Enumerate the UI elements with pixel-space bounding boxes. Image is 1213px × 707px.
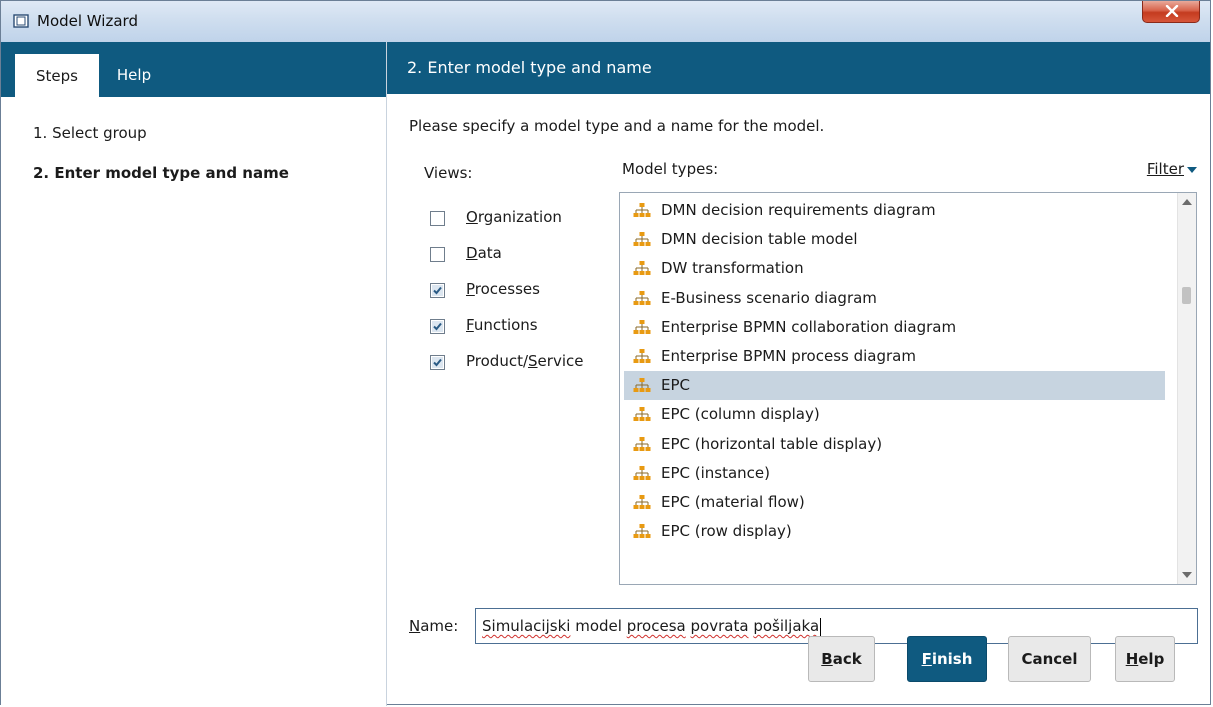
hierarchy-icon [633,494,651,509]
hierarchy-icon [633,378,651,393]
scroll-up-arrow-icon[interactable] [1182,199,1192,205]
filter-label: Filter [1146,160,1184,178]
steps-list: 1. Select group 2. Enter model type and … [33,124,289,204]
list-item-label: DMN decision requirements diagram [661,201,936,219]
left-panel: Steps Help 1. Select group 2. Enter mode… [1,42,387,706]
list-item-label: Enterprise BPMN process diagram [661,346,916,365]
close-icon [1165,5,1179,17]
list-item[interactable]: Enterprise BPMN collaboration diagram [624,313,1165,342]
list-item[interactable]: EPC [624,371,1165,401]
close-button[interactable] [1142,1,1200,23]
view-label[interactable]: Functions [466,316,538,334]
list-item[interactable]: EPC (material flow) [624,488,1165,517]
checkmark-icon [432,285,443,296]
views-label: Views: [424,164,473,182]
list-item-label: EPC (column display) [661,405,820,424]
checkbox-product-service[interactable] [430,355,445,370]
hierarchy-icon [633,203,651,217]
list-item[interactable]: EPC (row display) [624,517,1165,546]
scrollbar-thumb[interactable] [1182,287,1191,304]
list-item-label: EPC [661,376,690,395]
name-label: Name: [409,617,459,635]
name-input-word: procesa [626,617,686,635]
page-title: 2. Enter model type and name [387,42,1210,94]
view-label[interactable]: Product/Service [466,352,583,370]
list-item[interactable]: EPC (horizontal table display) [624,430,1165,459]
name-input-word: model [575,617,622,635]
list-item-label: EPC (row display) [661,522,792,541]
cancel-button[interactable]: Cancel [1008,636,1091,682]
hierarchy-icon [633,261,651,276]
list-item[interactable]: DMN decision requirements diagram [624,196,1165,225]
window-icon [13,13,29,29]
model-types-items: DMN decision requirements diagram DMN dec… [624,196,1165,546]
filter-link[interactable]: Filter [1147,160,1197,178]
hierarchy-icon [633,436,651,451]
list-item-label: EPC (instance) [661,463,771,482]
model-types-label: Model types: [622,160,719,178]
instruction-text: Please specify a model type and a name f… [409,117,825,135]
list-item[interactable]: Enterprise BPMN process diagram [624,342,1165,371]
triangle-down-icon [1187,166,1197,173]
view-label[interactable]: Data [466,244,502,262]
model-wizard-window: Model Wizard Steps Help 1. Select group … [0,0,1211,706]
tab-steps[interactable]: Steps [15,54,99,97]
hierarchy-icon [633,348,651,363]
model-types-list[interactable]: DMN decision requirements diagram DMN dec… [619,192,1197,585]
list-item[interactable]: E-Business scenario diagram [624,284,1165,313]
back-button[interactable]: Back [808,636,875,682]
right-panel: 2. Enter model type and name Please spec… [387,42,1210,706]
list-item[interactable]: EPC (column display) [624,400,1165,429]
view-label[interactable]: Organization [466,208,562,226]
list-item-label: Enterprise BPMN collaboration diagram [661,317,957,336]
hierarchy-icon [633,407,651,422]
finish-button[interactable]: Finish [907,636,987,682]
list-item-label: EPC (material flow) [661,492,805,511]
list-item-label: EPC (horizontal table display) [661,434,883,453]
step-select-group[interactable]: 1. Select group [33,124,289,142]
tab-help[interactable]: Help [99,54,169,97]
checkmark-icon [432,357,443,368]
list-item[interactable]: EPC (instance) [624,459,1165,488]
hierarchy-icon [633,465,651,480]
checkbox-processes[interactable] [430,283,445,298]
hierarchy-icon [633,232,651,247]
name-input-word: Simulacijski [482,617,571,635]
list-item-label: E-Business scenario diagram [661,288,877,307]
list-item-label: DMN decision table model [661,230,858,249]
checkmark-icon [432,321,443,332]
title-bar: Model Wizard [1,1,1210,43]
checkbox-functions[interactable] [430,319,445,334]
name-input-word: povrata [690,617,749,635]
name-input-word: pošiljaka [753,617,820,635]
list-item-label: DW transformation [661,259,804,278]
hierarchy-icon [633,290,651,305]
hierarchy-icon [633,319,651,334]
window-title: Model Wizard [37,12,138,30]
step-enter-model-type[interactable]: 2. Enter model type and name [33,164,289,182]
vertical-scrollbar[interactable] [1177,193,1196,584]
help-button[interactable]: Help [1115,636,1175,682]
left-tab-bar: Steps Help [1,42,386,97]
text-caret [820,617,822,636]
scroll-down-arrow-icon[interactable] [1182,572,1192,578]
hierarchy-icon [633,524,651,539]
list-item[interactable]: DW transformation [624,254,1165,283]
list-item[interactable]: DMN decision table model [624,225,1165,254]
checkbox-organization[interactable] [430,211,445,226]
view-label[interactable]: Processes [466,280,540,298]
checkbox-data[interactable] [430,247,445,262]
